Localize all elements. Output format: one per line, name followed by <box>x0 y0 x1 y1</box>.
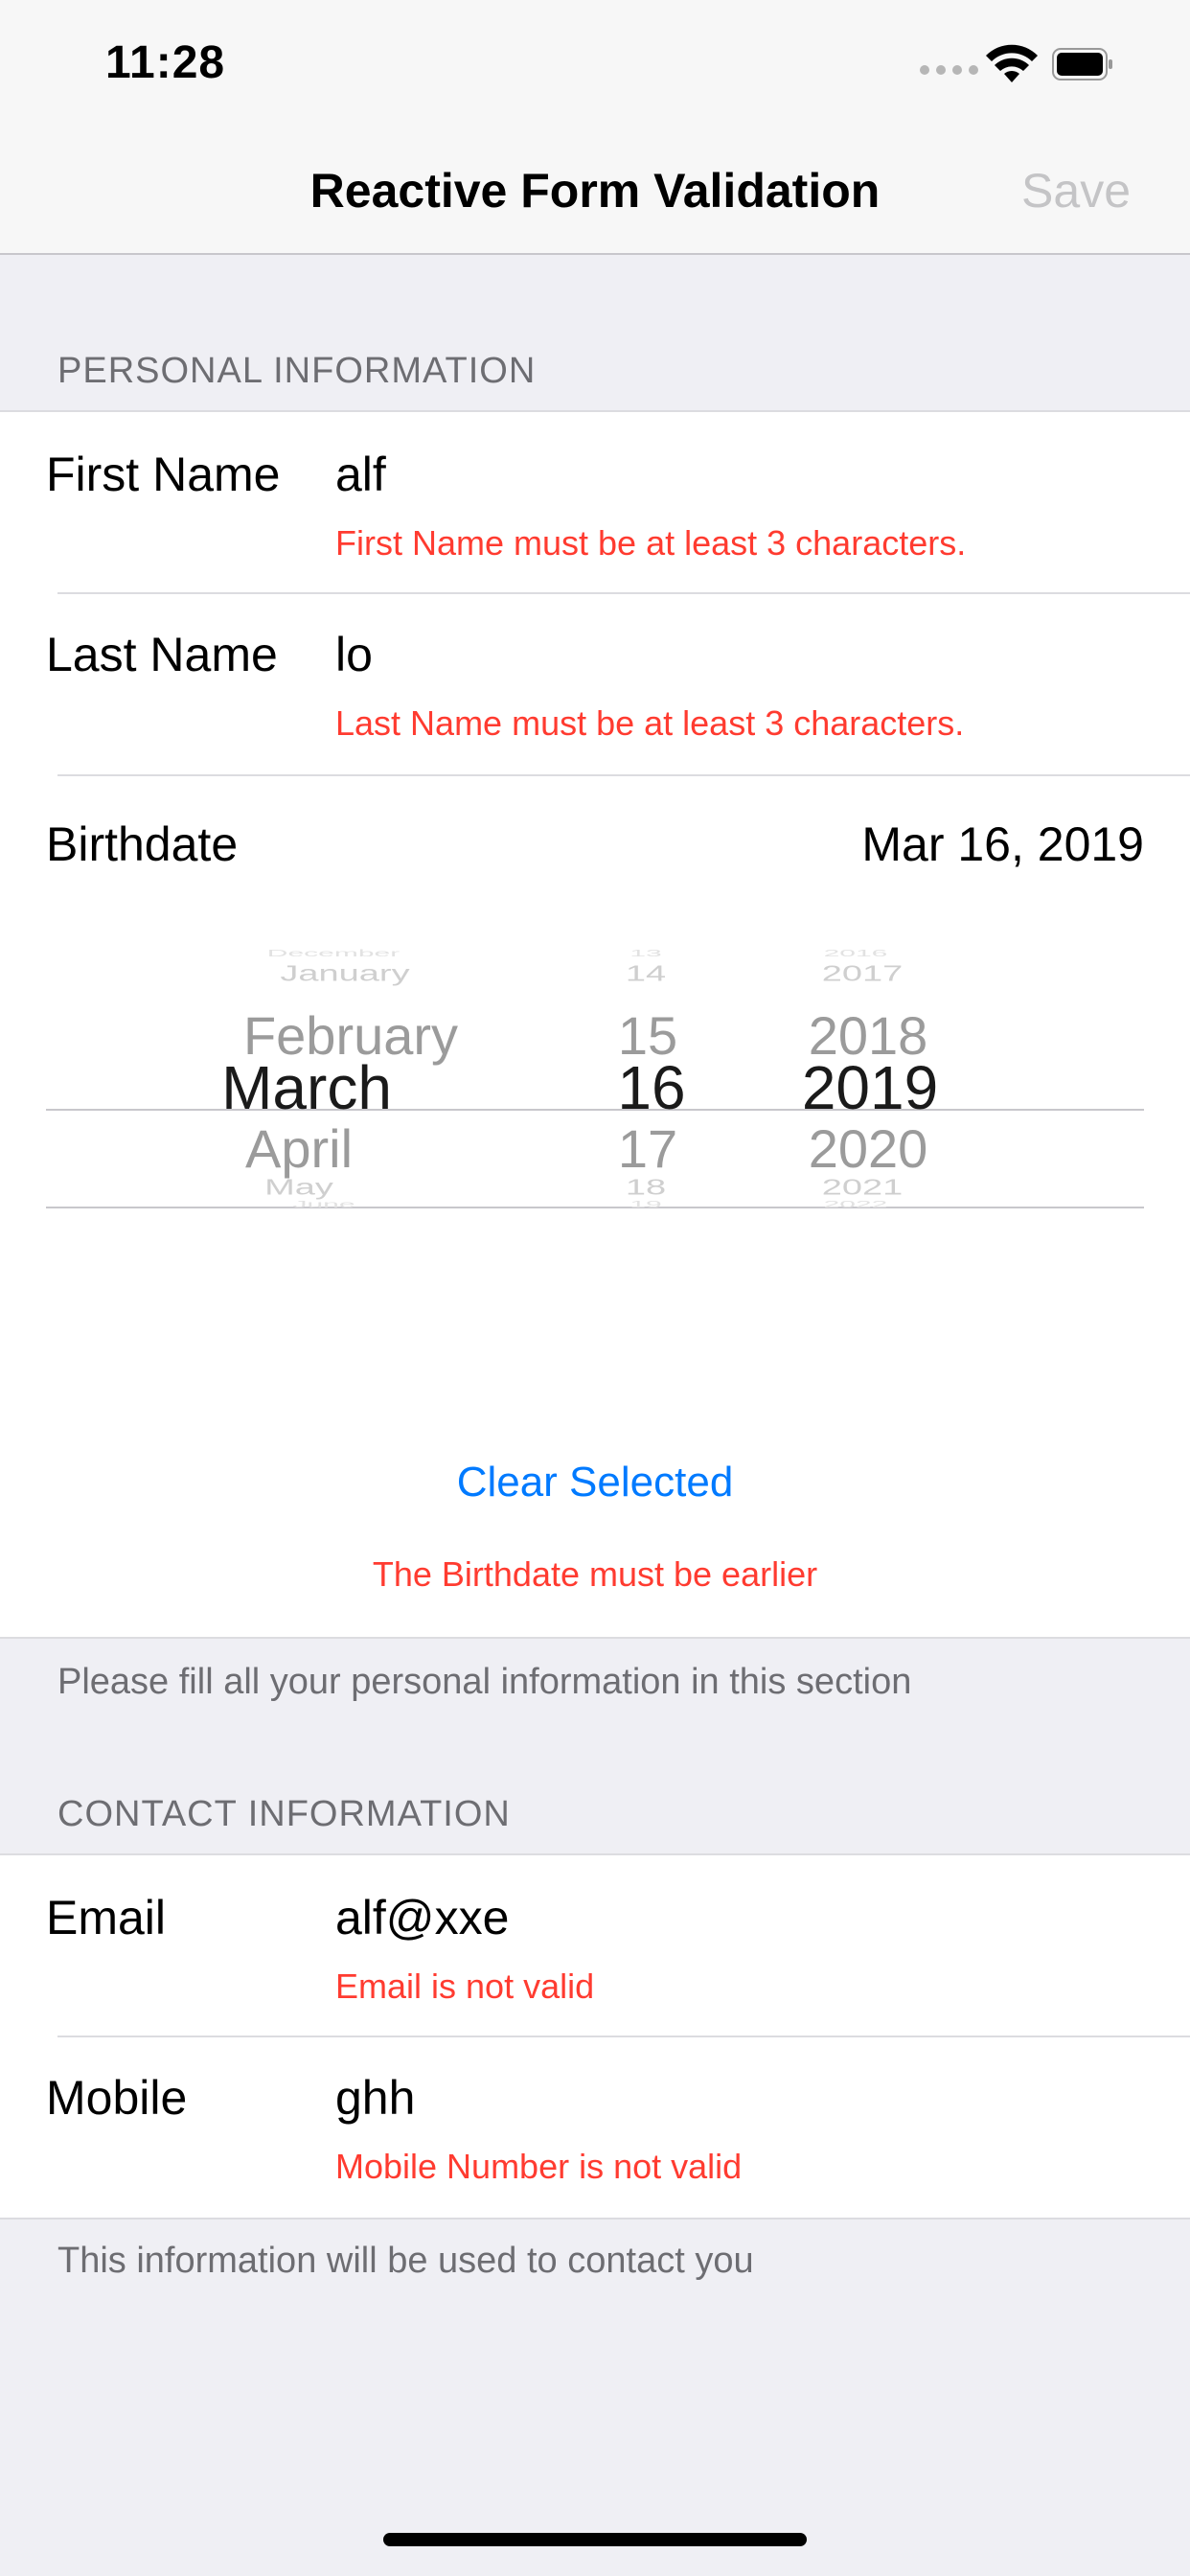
birthdate-row[interactable]: Birthdate Mar 16, 2019 <box>0 776 1190 891</box>
picker-year-option[interactable]: 2016 <box>824 948 888 959</box>
status-time: 11:28 <box>105 37 226 88</box>
birthdate-picker[interactable]: December January February March April May June… <box>46 937 1144 1378</box>
email-error: Email is not valid <box>335 1966 595 2006</box>
save-button[interactable]: Save <box>1021 163 1131 218</box>
last-name-label: Last Name <box>46 628 278 681</box>
last-name-row: Last Name lo Last Name must be at least … <box>0 594 1190 774</box>
mobile-error: Mobile Number is not valid <box>335 2147 743 2186</box>
picker-year-selected[interactable]: 2019 <box>802 1052 938 1123</box>
email-label: Email <box>46 1891 167 1944</box>
picker-year-option[interactable]: 2020 <box>809 1117 928 1180</box>
mobile-field[interactable]: ghh <box>335 2070 415 2126</box>
picker-selection-bottom-line <box>46 1207 1144 1208</box>
battery-icon <box>1052 48 1112 80</box>
email-field[interactable]: alf@xxe <box>335 1890 509 1945</box>
section-footer-contact: This information will be used to contact… <box>57 2241 754 2281</box>
email-row: Email alf@xxe Email is not valid <box>0 1855 1190 2036</box>
picker-month-option[interactable]: April <box>245 1117 353 1180</box>
first-name-row: First Name alf First Name must be at lea… <box>0 412 1190 592</box>
picker-day-option[interactable]: 13 <box>629 948 661 959</box>
last-name-error: Last Name must be at least 3 characters. <box>335 703 965 743</box>
clear-selected-button[interactable]: Clear Selected <box>0 1459 1190 1506</box>
picker-month-option[interactable]: December <box>267 948 400 959</box>
birthdate-error: The Birthdate must be earlier <box>372 1554 818 1594</box>
cellular-signal-icon <box>920 65 978 75</box>
first-name-field[interactable]: alf <box>335 447 386 502</box>
birthdate-value: Mar 16, 2019 <box>861 817 1144 871</box>
first-name-error: First Name must be at least 3 characters… <box>335 523 967 563</box>
picker-day-option[interactable]: 19 <box>629 1199 661 1210</box>
picker-month-option[interactable]: January <box>280 962 409 987</box>
picker-year-option[interactable]: 2022 <box>824 1199 888 1210</box>
section-footer-personal: Please fill all your personal informatio… <box>57 1662 912 1702</box>
picker-month-option[interactable]: May <box>264 1176 333 1201</box>
picker-day-option[interactable]: 17 <box>618 1117 677 1180</box>
picker-month-selected[interactable]: March <box>221 1052 392 1123</box>
navigation-bar: Reactive Form Validation Save <box>0 134 1190 255</box>
first-name-label: First Name <box>46 448 281 501</box>
mobile-label: Mobile <box>46 2071 188 2125</box>
status-bar: 11:28 <box>0 0 1190 134</box>
last-name-field[interactable]: lo <box>335 627 373 682</box>
wifi-icon <box>986 44 1038 82</box>
picker-year-option[interactable]: 2017 <box>822 962 904 987</box>
picker-day-selected[interactable]: 16 <box>617 1052 685 1123</box>
picker-selection-top-line <box>46 1109 1144 1111</box>
contact-information-group: Email alf@xxe Email is not valid Mobile … <box>0 1853 1190 2220</box>
section-header-personal: PERSONAL INFORMATION <box>57 351 537 391</box>
picker-year-option[interactable]: 2021 <box>822 1176 904 1201</box>
section-header-contact: CONTACT INFORMATION <box>57 1794 511 1834</box>
birthdate-label: Birthdate <box>46 817 239 871</box>
picker-day-option[interactable]: 18 <box>626 1176 666 1201</box>
picker-month-option[interactable]: June <box>292 1199 355 1210</box>
home-indicator[interactable] <box>383 2533 807 2546</box>
picker-day-option[interactable]: 14 <box>626 962 666 987</box>
page-title: Reactive Form Validation <box>309 164 881 218</box>
mobile-row: Mobile ghh Mobile Number is not valid <box>0 2037 1190 2218</box>
